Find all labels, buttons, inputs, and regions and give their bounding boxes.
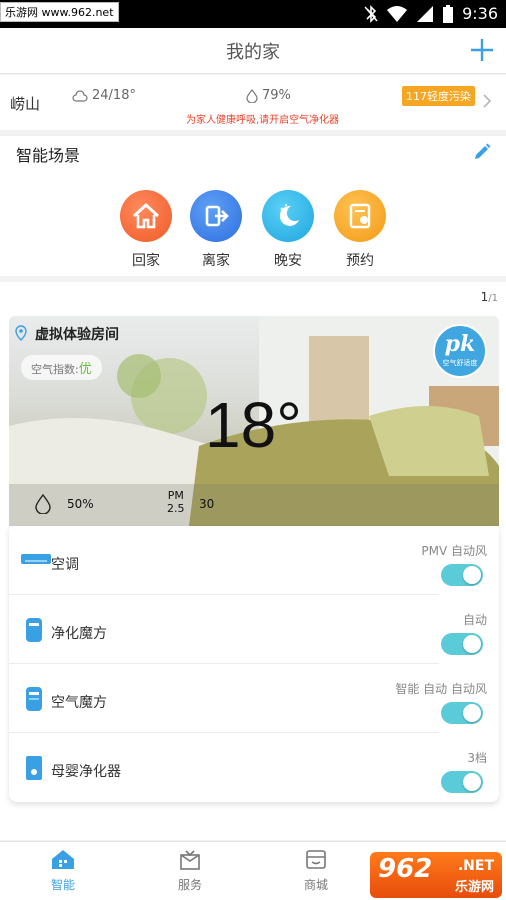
city-name: 崂山 xyxy=(10,95,41,113)
schedule-icon xyxy=(349,203,371,229)
weather-bar[interactable]: 崂山 24/18° 79% 117轻度污染 为家人健康呼吸,请开启空气净化器 xyxy=(0,75,506,130)
device-power-toggle[interactable] xyxy=(441,633,483,655)
device-name: 母婴净化器 xyxy=(51,764,121,780)
scene-label: 离家 xyxy=(202,253,230,269)
bluetooth-off-icon xyxy=(364,5,378,23)
scene-label: 回家 xyxy=(132,253,160,269)
scene-schedule[interactable]: 预约 xyxy=(330,190,390,270)
smart-scenes-panel: 智能场景 回家 离家 晚安 预约 xyxy=(0,136,506,276)
smart-home-icon xyxy=(52,850,74,869)
section-title: 智能场景 xyxy=(16,146,81,165)
wifi-icon xyxy=(387,6,408,22)
room-stats-bar: 50% PM 2.5 30 xyxy=(9,484,499,526)
device-row-purifier-cube[interactable]: 净化魔方 自动 xyxy=(9,595,499,664)
pencil-icon[interactable] xyxy=(472,142,492,162)
watermark-top: 乐游网 www.962.net xyxy=(0,2,119,22)
nav-tab-smart[interactable]: 智能 xyxy=(33,848,93,893)
scene-home[interactable]: 回家 xyxy=(116,190,176,270)
room-name: 虚拟体验房间 xyxy=(35,327,119,343)
status-bar: 乐游网 www.962.net 9:36 xyxy=(0,0,506,28)
pm25-value: 30 xyxy=(199,497,215,511)
air-conditioner-icon xyxy=(21,554,51,564)
room-temperature: 18° xyxy=(205,389,302,461)
clock: 9:36 xyxy=(462,4,498,23)
battery-icon xyxy=(443,5,454,23)
exit-door-icon xyxy=(205,205,229,227)
device-row-air-conditioner[interactable]: 空调 PMV 自动风 xyxy=(9,526,499,595)
device-mode: 智能 自动 自动风 xyxy=(395,682,487,696)
device-mode: PMV 自动风 xyxy=(421,544,487,558)
service-gift-icon xyxy=(180,850,200,870)
device-power-toggle[interactable] xyxy=(441,702,483,724)
nav-tab-store[interactable]: 商城 xyxy=(286,848,346,893)
device-row-baby-purifier[interactable]: 母婴净化器 3档 xyxy=(9,733,499,802)
top-bar: 我的家 xyxy=(0,28,506,74)
purifier-cube-icon xyxy=(26,618,42,642)
scene-leave[interactable]: 离家 xyxy=(186,190,246,270)
pk-comfort-button[interactable]: pk 空气舒适度 xyxy=(433,324,487,378)
bottom-nav: 智能 服务 商城 962 .NET 乐游网 xyxy=(0,841,506,900)
home-icon xyxy=(132,202,160,229)
device-power-toggle[interactable] xyxy=(441,564,483,586)
page-title: 我的家 xyxy=(226,42,280,63)
device-list: 空调 PMV 自动风 净化魔方 自动 空气魔方 智能 自动 自动风 母婴净化器 … xyxy=(9,526,499,802)
chevron-right-icon[interactable] xyxy=(482,93,492,109)
device-row-air-cube[interactable]: 空气魔方 智能 自动 自动风 xyxy=(9,664,499,733)
page-indicator: 1/1 xyxy=(480,290,498,304)
moon-icon xyxy=(279,204,299,226)
pm25-label: PM 2.5 xyxy=(167,489,185,515)
air-index-value: 优 xyxy=(78,362,92,377)
air-cube-icon xyxy=(26,687,42,711)
device-mode: 自动 xyxy=(462,613,487,627)
scene-goodnight[interactable]: 晚安 xyxy=(258,190,318,270)
device-power-toggle[interactable] xyxy=(441,771,483,793)
device-name: 空调 xyxy=(51,557,79,573)
location-pin-icon xyxy=(15,325,27,341)
signal-icon xyxy=(417,6,434,22)
scene-label: 预约 xyxy=(346,253,374,269)
room-panel: 1/1 虚拟体验房间 空气指数:优 pk 空气舒适度 18° 50% PM 2.… xyxy=(0,282,506,840)
room-humidity: 50% xyxy=(67,497,94,511)
cloud-icon xyxy=(72,89,88,102)
store-icon xyxy=(306,850,326,869)
watermark-logo: 962 .NET 乐游网 xyxy=(370,852,502,898)
app-screen: 乐游网 www.962.net 9:36 我的家 崂山 24/18° 79% 1… xyxy=(0,0,506,900)
outdoor-humidity: 79% xyxy=(262,88,291,103)
air-index-pill: 空气指数:优 xyxy=(21,355,102,380)
baby-purifier-icon xyxy=(26,756,42,780)
device-mode: 3档 xyxy=(467,751,487,765)
nav-tab-service[interactable]: 服务 xyxy=(160,848,220,893)
device-name: 净化魔方 xyxy=(51,626,107,642)
scene-label: 晚安 xyxy=(274,253,302,269)
device-name: 空气魔方 xyxy=(51,695,107,711)
humidity-drop-icon xyxy=(35,494,51,514)
aqi-badge: 117轻度污染 xyxy=(402,86,475,106)
purifier-tip: 为家人健康呼吸,请开启空气净化器 xyxy=(186,115,340,126)
room-card[interactable]: 虚拟体验房间 空气指数:优 pk 空气舒适度 18° 50% PM 2.5 30 xyxy=(9,316,499,526)
add-icon[interactable] xyxy=(468,36,496,64)
humidity-drop-icon xyxy=(246,88,258,103)
outdoor-temperature: 24/18° xyxy=(92,88,136,103)
